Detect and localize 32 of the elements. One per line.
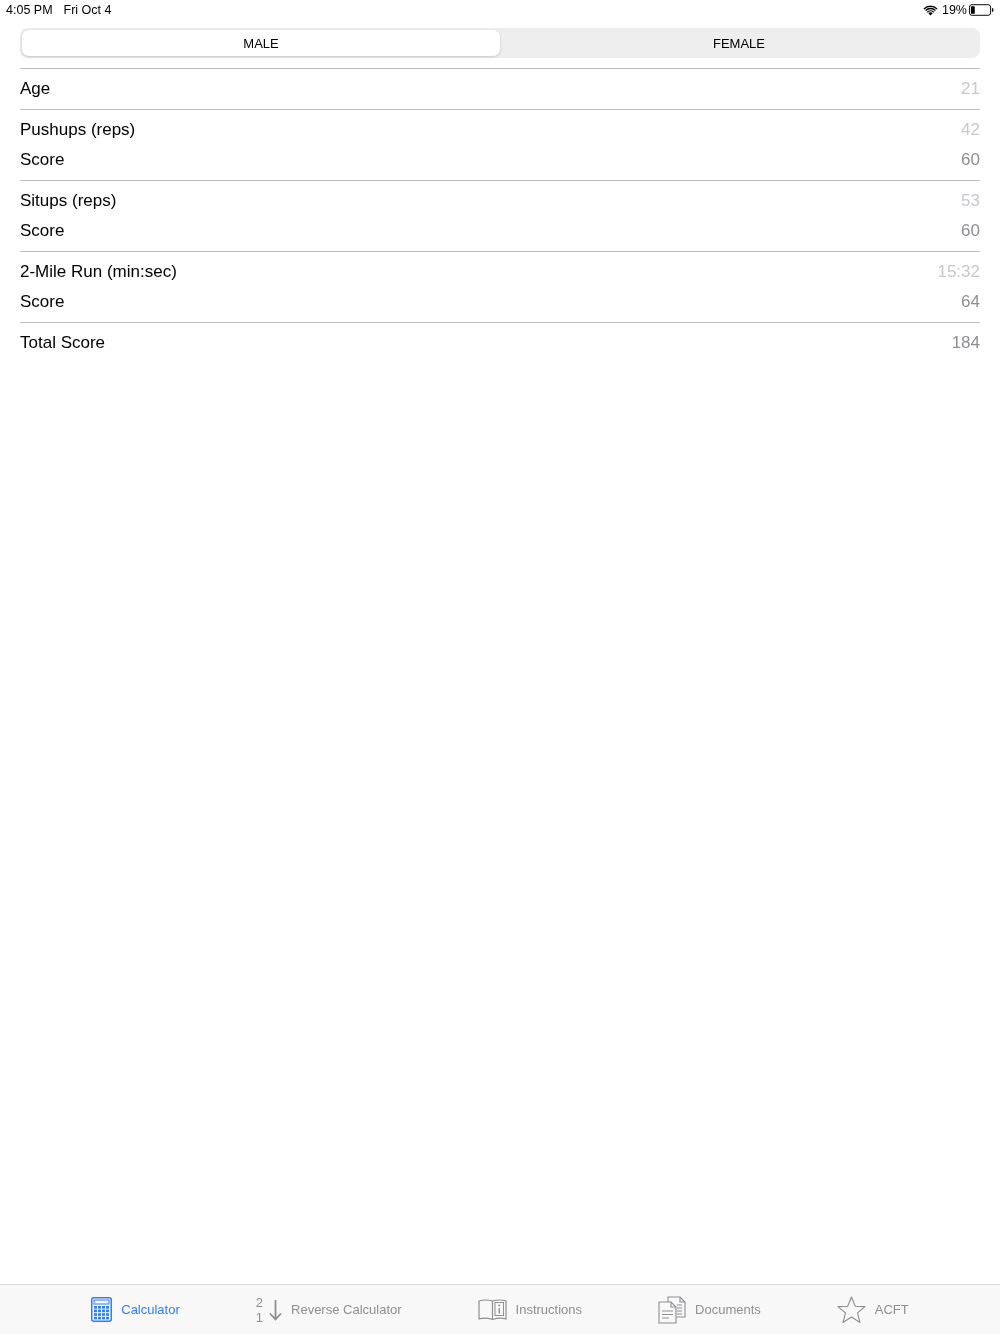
wifi-icon [922, 4, 938, 16]
row-label: 2-Mile Run (min:sec) [20, 262, 177, 282]
row-label: Pushups (reps) [20, 120, 136, 140]
score-value: 60 [961, 221, 980, 241]
score-value: 64 [961, 292, 980, 312]
tab-bar-item[interactable]: Instructions [477, 1298, 583, 1321]
star-icon [836, 1295, 866, 1324]
score-value: 60 [961, 150, 980, 170]
battery-percent: 19% [941, 3, 967, 17]
battery-icon [969, 4, 994, 16]
row-label: Total Score [20, 333, 106, 353]
tab-bar-item[interactable]: ACFT [836, 1295, 909, 1324]
row-label: Age [20, 79, 51, 99]
gender-segment[interactable]: MALE [22, 30, 500, 56]
row-label: Score [20, 221, 65, 241]
row-label: Score [20, 292, 65, 312]
status-date: Fri Oct 4 [63, 3, 112, 17]
gender-segment[interactable]: FEMALE [500, 30, 978, 56]
documents-icon [658, 1295, 687, 1324]
number-field[interactable]: 21 [920, 77, 980, 101]
tab-bar-item[interactable]: 2 1 Reverse Calculator [255, 1294, 402, 1325]
row-label: Situps (reps) [20, 191, 117, 211]
score-value: 184 [951, 333, 980, 353]
tab-bar-item[interactable]: Calculator [91, 1297, 180, 1322]
calculator-icon [91, 1297, 113, 1322]
row-label: Score [20, 150, 65, 170]
book-icon [477, 1298, 507, 1321]
number-field[interactable]: 15:32 [920, 260, 980, 284]
number-field[interactable]: 53 [920, 189, 980, 213]
tab-bar-item[interactable]: Documents [658, 1295, 761, 1324]
status-time: 4:05 PM [6, 3, 53, 17]
number-field[interactable]: 42 [920, 118, 980, 142]
